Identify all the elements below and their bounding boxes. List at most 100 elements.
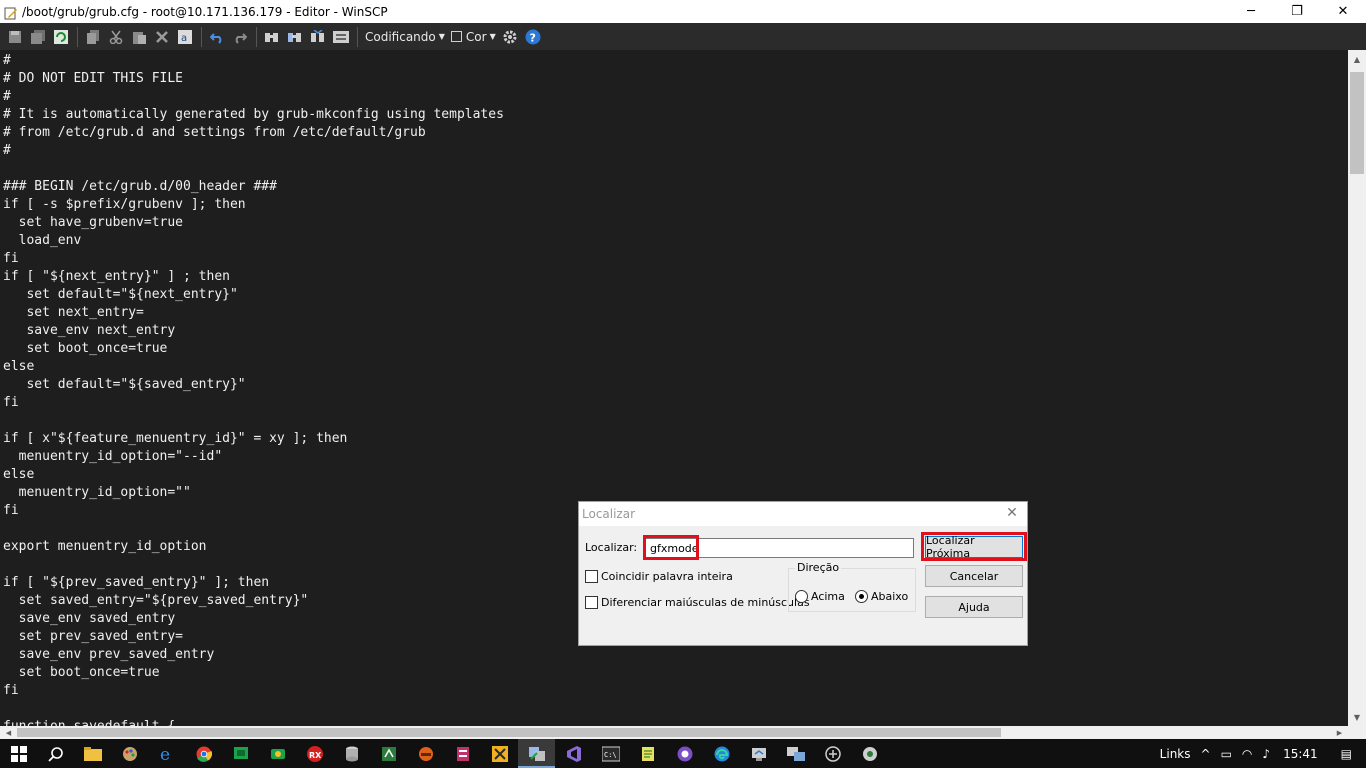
select-all-icon[interactable]: a xyxy=(174,26,196,48)
chrome-icon[interactable] xyxy=(185,739,222,768)
windows-start-icon[interactable] xyxy=(0,739,37,768)
github-icon[interactable] xyxy=(666,739,703,768)
scroll-thumb[interactable] xyxy=(1350,72,1364,174)
chevron-up-icon[interactable]: ^ xyxy=(1201,747,1211,761)
battery-icon[interactable]: ▭ xyxy=(1221,747,1232,761)
tools-app-icon[interactable] xyxy=(481,739,518,768)
encoding-menu[interactable]: Codificando ▼ xyxy=(365,30,445,44)
scroll-down-icon[interactable]: ▼ xyxy=(1348,708,1366,726)
vertical-scrollbar[interactable]: ▲ ▼ xyxy=(1348,50,1366,726)
code-line: fi xyxy=(3,683,19,698)
system-tray: Links ^ ▭ ◠ ♪ 15:41 ▤ xyxy=(1155,739,1366,768)
code-line: # xyxy=(3,53,11,68)
notepad-plus-icon[interactable] xyxy=(629,739,666,768)
whole-word-checkbox[interactable] xyxy=(585,570,598,583)
replace-icon[interactable] xyxy=(284,26,306,48)
reload-icon[interactable] xyxy=(50,26,72,48)
save-icon[interactable] xyxy=(4,26,26,48)
direction-up-radio[interactable] xyxy=(795,590,808,603)
code-line: set default="${next_entry}" xyxy=(3,287,238,302)
file-explorer-icon[interactable] xyxy=(74,739,111,768)
clock[interactable]: 15:41 xyxy=(1283,747,1318,761)
scroll-corner xyxy=(1348,726,1366,739)
window-title: /boot/grub/grub.cfg - root@10.171.136.17… xyxy=(22,4,388,19)
editor-app-icon xyxy=(4,5,18,19)
network-app-icon[interactable] xyxy=(370,739,407,768)
help-button[interactable]: Ajuda xyxy=(925,596,1023,618)
paint-icon[interactable] xyxy=(111,739,148,768)
code-line: save_env prev_saved_entry xyxy=(3,647,215,662)
search-highlight xyxy=(643,535,699,560)
database-icon[interactable] xyxy=(333,739,370,768)
winscp-taskbar-icon[interactable] xyxy=(518,739,555,768)
close-icon[interactable]: ✕ xyxy=(1003,504,1021,522)
horizontal-scrollbar[interactable]: ◀ ▶ xyxy=(0,726,1348,739)
code-line: # It is automatically generated by grub-… xyxy=(3,107,504,122)
code-line: set next_entry= xyxy=(3,305,144,320)
title-bar: /boot/grub/grub.cfg - root@10.171.136.17… xyxy=(0,0,1366,23)
restore-button[interactable]: ❐ xyxy=(1274,0,1320,23)
links-toolbar[interactable]: Links xyxy=(1160,747,1191,761)
vpn-app-icon[interactable] xyxy=(814,739,851,768)
button-highlight xyxy=(921,532,1027,561)
help-icon[interactable]: ? xyxy=(522,26,544,48)
whole-word-label: Coincidir palavra inteira xyxy=(601,570,733,583)
color-checkbox[interactable]: Cor ▼ xyxy=(450,30,496,44)
remote-desktop-icon[interactable] xyxy=(740,739,777,768)
svg-text:a: a xyxy=(181,33,187,44)
meeting-app-icon[interactable] xyxy=(259,739,296,768)
code-line: # xyxy=(3,143,11,158)
find-icon[interactable] xyxy=(261,26,283,48)
dialog-title: Localizar xyxy=(582,507,636,521)
direction-down-label: Abaixo xyxy=(871,590,909,603)
redo-icon[interactable] xyxy=(229,26,251,48)
code-line: set default="${saved_entry}" xyxy=(3,377,246,392)
minimize-button[interactable]: ─ xyxy=(1228,0,1274,23)
search-label: Localizar: xyxy=(585,541,638,554)
network-monitor-icon[interactable] xyxy=(777,739,814,768)
rx-app-icon[interactable]: RX xyxy=(296,739,333,768)
visual-studio-icon[interactable] xyxy=(555,739,592,768)
svg-text:RX: RX xyxy=(309,751,322,760)
scroll-right-icon[interactable]: ▶ xyxy=(1331,726,1348,739)
paste-icon[interactable] xyxy=(128,26,150,48)
find-next-icon[interactable] xyxy=(307,26,329,48)
terminal-icon[interactable]: C:\ xyxy=(592,739,629,768)
encoding-label: Codificando xyxy=(365,29,436,44)
internet-explorer-icon[interactable]: e xyxy=(148,739,185,768)
helmet-app-icon[interactable] xyxy=(407,739,444,768)
taskbar: e RX C:\ Links ^ ▭ ◠ ♪ 15:41 ▤ xyxy=(0,739,1366,768)
edge-icon[interactable] xyxy=(703,739,740,768)
direction-title: Direção xyxy=(795,561,842,574)
svg-text:e: e xyxy=(160,745,170,763)
wifi-icon[interactable]: ◠ xyxy=(1242,747,1252,761)
editor-toolbar: a Codificando ▼ Cor ▼ ? xyxy=(0,23,1366,50)
copy-icon[interactable] xyxy=(82,26,104,48)
undo-icon[interactable] xyxy=(206,26,228,48)
scroll-up-icon[interactable]: ▲ xyxy=(1348,50,1366,68)
match-case-checkbox[interactable] xyxy=(585,596,598,609)
search-icon[interactable] xyxy=(37,739,74,768)
scroll-left-icon[interactable]: ◀ xyxy=(0,726,17,739)
goto-line-icon[interactable] xyxy=(330,26,352,48)
close-button[interactable]: ✕ xyxy=(1320,0,1366,23)
chat-app-icon[interactable] xyxy=(222,739,259,768)
save-all-icon[interactable] xyxy=(27,26,49,48)
checkbox-icon xyxy=(450,31,462,42)
direction-down-radio[interactable] xyxy=(855,590,868,603)
scroll-thumb[interactable] xyxy=(17,728,1001,737)
code-line: fi xyxy=(3,395,19,410)
cancel-button[interactable]: Cancelar xyxy=(925,565,1023,587)
volume-icon[interactable]: ♪ xyxy=(1262,747,1270,761)
code-line: # DO NOT EDIT THIS FILE xyxy=(3,71,184,86)
server-app-icon[interactable] xyxy=(444,739,481,768)
delete-icon[interactable] xyxy=(151,26,173,48)
code-line: fi xyxy=(3,251,19,266)
java-app-icon[interactable] xyxy=(851,739,888,768)
settings-icon[interactable] xyxy=(499,26,521,48)
code-line: ### BEGIN /etc/grub.d/00_header ### xyxy=(3,179,277,194)
cut-icon[interactable] xyxy=(105,26,127,48)
notification-icon[interactable]: ▤ xyxy=(1341,747,1352,761)
